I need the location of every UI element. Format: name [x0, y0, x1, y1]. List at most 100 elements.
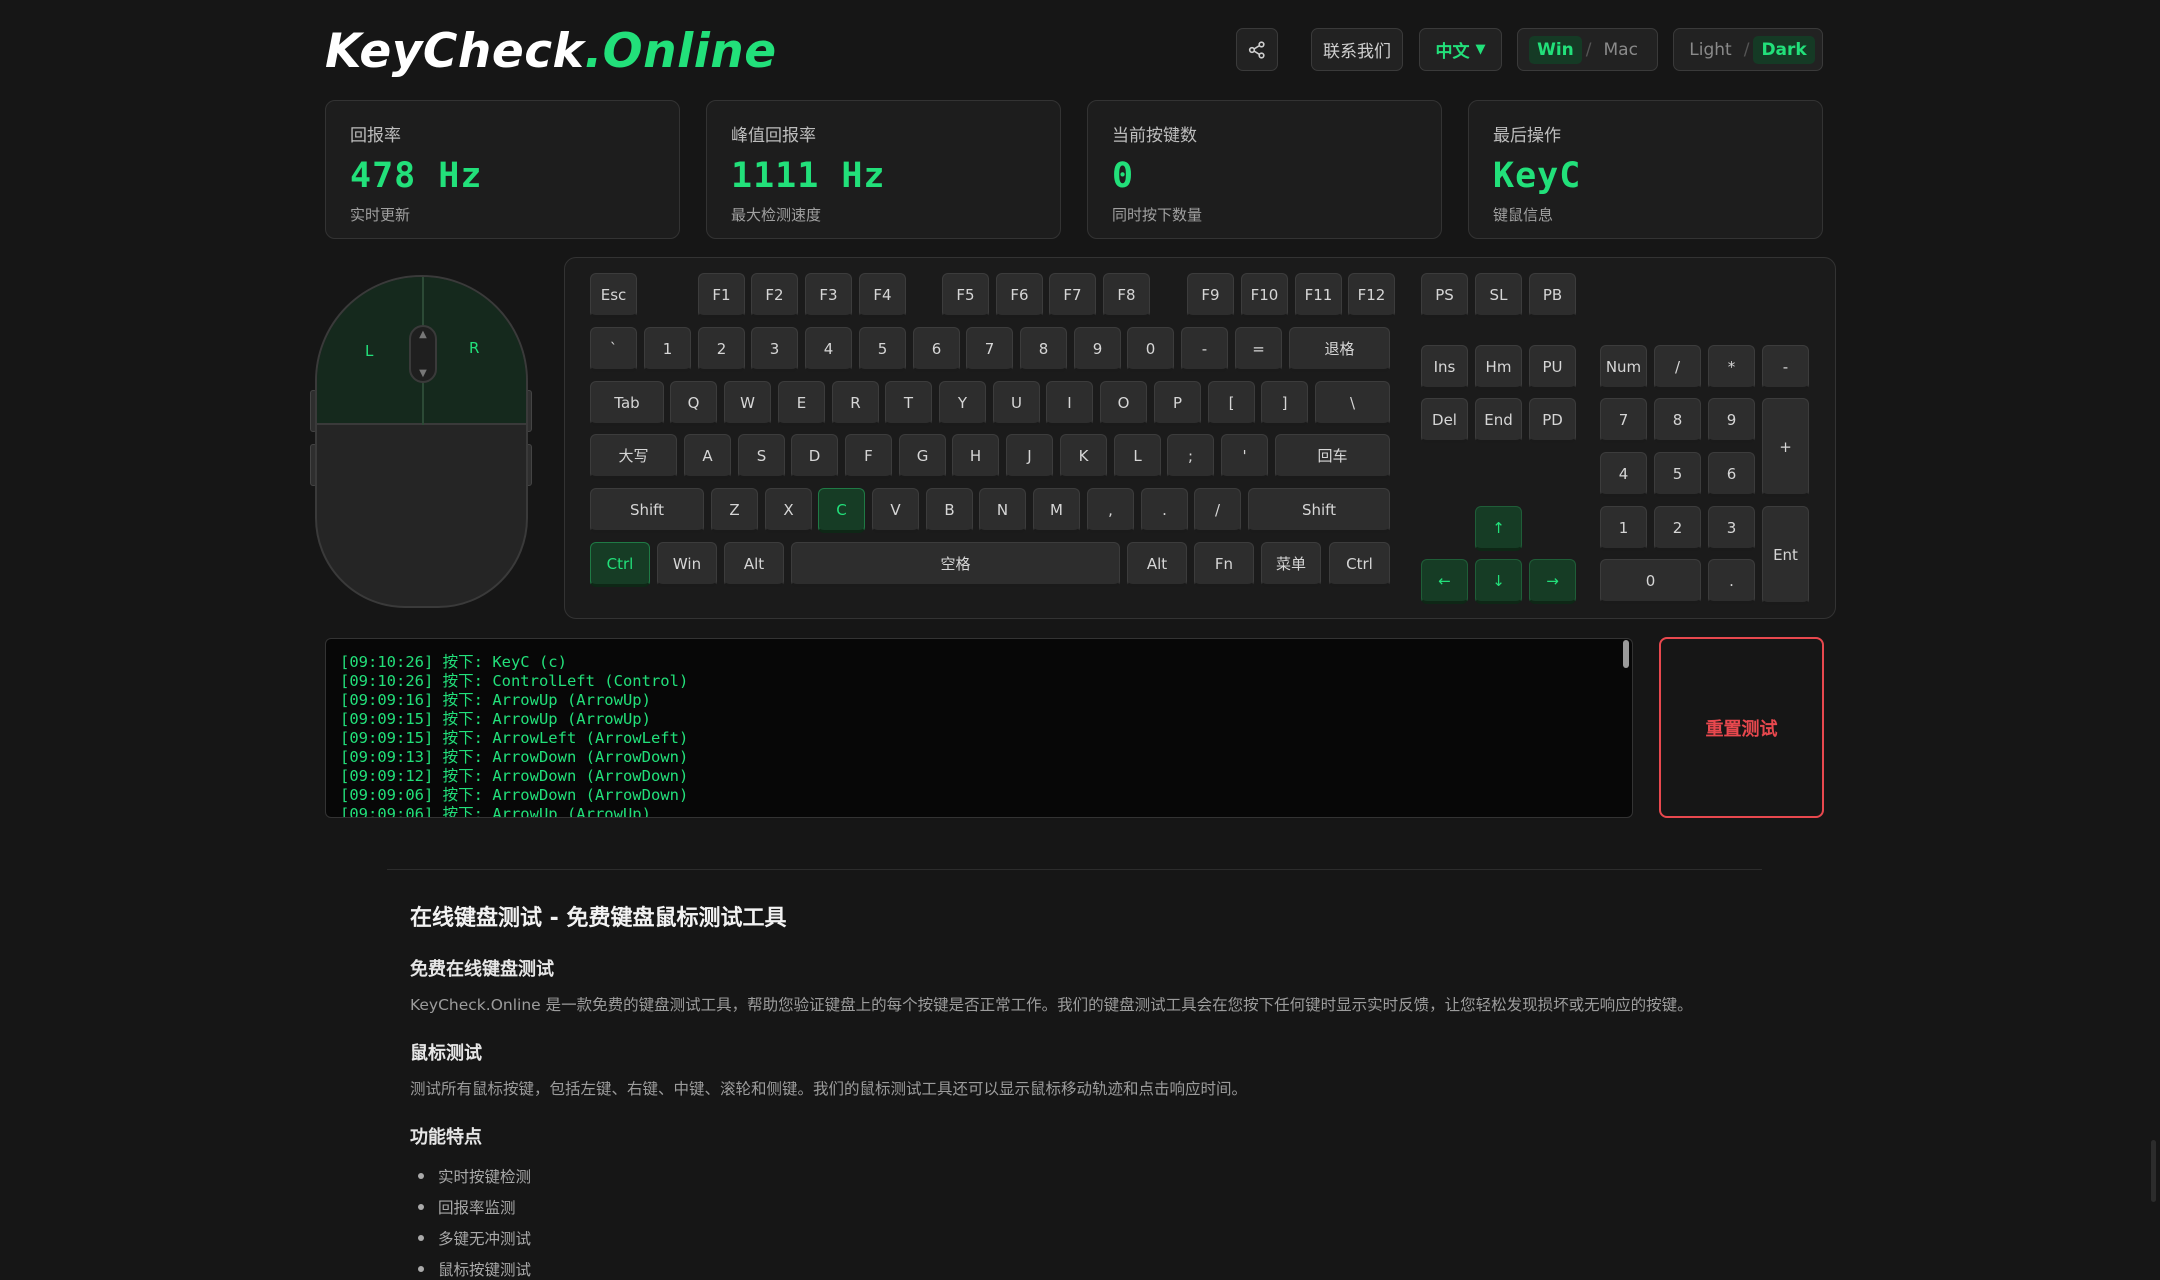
theme-toggle[interactable]: Light / Dark — [1673, 28, 1823, 71]
key-numpad-1[interactable]: 1 — [1600, 506, 1647, 551]
language-select[interactable]: 中文 ▼ — [1419, 28, 1502, 71]
key-delete[interactable]: Del — [1421, 398, 1468, 443]
key-o[interactable]: O — [1100, 381, 1147, 426]
event-log[interactable]: [09:10:26] 按下: KeyC (c) [09:10:26] 按下: C… — [325, 638, 1633, 818]
key-esc[interactable]: Esc — [590, 273, 637, 318]
key-f4[interactable]: F4 — [859, 273, 906, 318]
key-backspace[interactable]: 退格 — [1289, 327, 1390, 372]
key-f[interactable]: F — [845, 434, 892, 479]
key-s[interactable]: S — [738, 434, 785, 479]
key-3[interactable]: 3 — [751, 327, 798, 372]
key-f11[interactable]: F11 — [1295, 273, 1342, 318]
key-b[interactable]: B — [926, 488, 973, 533]
key-bracket-right[interactable]: ] — [1261, 381, 1308, 426]
mouse-scroll-wheel[interactable]: ▲ ▼ — [409, 325, 437, 383]
key-numpad-7[interactable]: 7 — [1600, 398, 1647, 443]
key-i[interactable]: I — [1046, 381, 1093, 426]
key-menu[interactable]: 菜单 — [1261, 542, 1321, 587]
key-f7[interactable]: F7 — [1049, 273, 1096, 318]
key-numpad-divide[interactable]: / — [1654, 345, 1701, 390]
mouse-right-button[interactable]: R — [469, 339, 479, 357]
site-logo[interactable]: KeyCheck.Online — [325, 24, 777, 79]
key-minus[interactable]: - — [1181, 327, 1228, 372]
key-printscreen[interactable]: PS — [1421, 273, 1468, 318]
key-backquote[interactable]: ` — [590, 327, 637, 372]
key-f6[interactable]: F6 — [996, 273, 1043, 318]
key-numpad-subtract[interactable]: - — [1762, 345, 1809, 390]
key-fn[interactable]: Fn — [1194, 542, 1254, 587]
key-numpad-8[interactable]: 8 — [1654, 398, 1701, 443]
key-tab[interactable]: Tab — [590, 381, 664, 426]
key-enter[interactable]: 回车 — [1275, 434, 1390, 479]
key-m[interactable]: M — [1033, 488, 1080, 533]
key-f10[interactable]: F10 — [1241, 273, 1288, 318]
key-l[interactable]: L — [1114, 434, 1161, 479]
key-semicolon[interactable]: ; — [1167, 434, 1214, 479]
key-arrow-right[interactable]: → — [1529, 559, 1576, 604]
key-numpad-multiply[interactable]: * — [1708, 345, 1755, 390]
key-f1[interactable]: F1 — [698, 273, 745, 318]
key-capslock[interactable]: 大写 — [590, 434, 677, 479]
key-r[interactable]: R — [832, 381, 879, 426]
key-4[interactable]: 4 — [805, 327, 852, 372]
key-y[interactable]: Y — [939, 381, 986, 426]
theme-option-dark[interactable]: Dark — [1753, 35, 1815, 64]
key-numpad-5[interactable]: 5 — [1654, 452, 1701, 497]
key-e[interactable]: E — [778, 381, 825, 426]
key-k[interactable]: K — [1060, 434, 1107, 479]
key-f2[interactable]: F2 — [751, 273, 798, 318]
key-win[interactable]: Win — [657, 542, 717, 587]
key-numpad-4[interactable]: 4 — [1600, 452, 1647, 497]
key-end[interactable]: End — [1475, 398, 1522, 443]
key-alt-right[interactable]: Alt — [1127, 542, 1187, 587]
page-scrollbar[interactable] — [2151, 1140, 2156, 1202]
key-comma[interactable]: , — [1087, 488, 1134, 533]
key-pausebreak[interactable]: PB — [1529, 273, 1576, 318]
key-numpad-decimal[interactable]: . — [1708, 559, 1755, 604]
key-numpad-0[interactable]: 0 — [1600, 559, 1701, 604]
key-8[interactable]: 8 — [1020, 327, 1067, 372]
key-ctrl-left[interactable]: Ctrl — [590, 542, 650, 587]
log-scrollbar[interactable] — [1623, 640, 1629, 668]
key-equal[interactable]: = — [1235, 327, 1282, 372]
key-f8[interactable]: F8 — [1103, 273, 1150, 318]
os-option-win[interactable]: Win — [1529, 35, 1582, 64]
key-backslash[interactable]: \ — [1315, 381, 1390, 426]
reset-test-button[interactable]: 重置测试 — [1659, 637, 1824, 818]
key-q[interactable]: Q — [670, 381, 717, 426]
key-2[interactable]: 2 — [698, 327, 745, 372]
key-space[interactable]: 空格 — [791, 542, 1120, 587]
key-w[interactable]: W — [724, 381, 771, 426]
key-numpad-add[interactable]: + — [1762, 398, 1809, 497]
key-z[interactable]: Z — [711, 488, 758, 533]
key-alt-left[interactable]: Alt — [724, 542, 784, 587]
key-a[interactable]: A — [684, 434, 731, 479]
key-f3[interactable]: F3 — [805, 273, 852, 318]
key-g[interactable]: G — [899, 434, 946, 479]
key-f9[interactable]: F9 — [1187, 273, 1234, 318]
key-home[interactable]: Hm — [1475, 345, 1522, 390]
key-insert[interactable]: Ins — [1421, 345, 1468, 390]
key-arrow-left[interactable]: ← — [1421, 559, 1468, 604]
share-button[interactable] — [1236, 28, 1278, 71]
os-option-mac[interactable]: Mac — [1595, 36, 1645, 64]
key-numpad-9[interactable]: 9 — [1708, 398, 1755, 443]
key-scrolllock[interactable]: SL — [1475, 273, 1522, 318]
mouse-left-button[interactable]: L — [365, 342, 373, 360]
key-n[interactable]: N — [979, 488, 1026, 533]
key-d[interactable]: D — [791, 434, 838, 479]
key-c[interactable]: C — [818, 488, 865, 533]
key-h[interactable]: H — [952, 434, 999, 479]
key-7[interactable]: 7 — [966, 327, 1013, 372]
os-toggle[interactable]: Win / Mac — [1517, 28, 1658, 71]
key-bracket-left[interactable]: [ — [1208, 381, 1255, 426]
key-numpad-3[interactable]: 3 — [1708, 506, 1755, 551]
key-v[interactable]: V — [872, 488, 919, 533]
key-shift-right[interactable]: Shift — [1248, 488, 1390, 533]
key-shift-left[interactable]: Shift — [590, 488, 704, 533]
key-numpad-2[interactable]: 2 — [1654, 506, 1701, 551]
key-numlock[interactable]: Num — [1600, 345, 1647, 390]
key-numpad-enter[interactable]: Ent — [1762, 506, 1809, 605]
key-9[interactable]: 9 — [1074, 327, 1121, 372]
key-numpad-6[interactable]: 6 — [1708, 452, 1755, 497]
